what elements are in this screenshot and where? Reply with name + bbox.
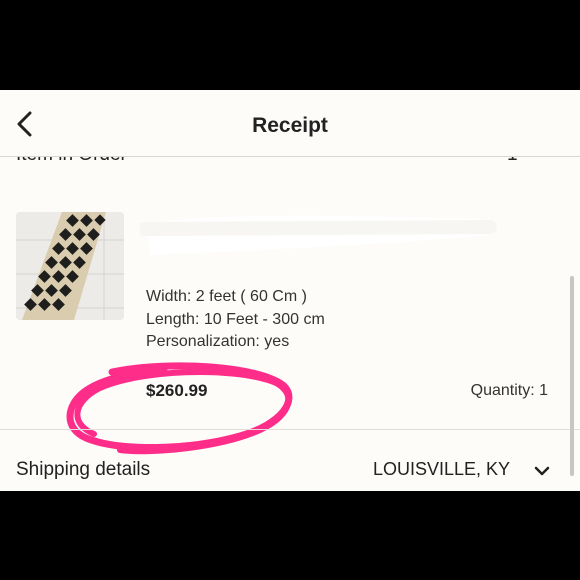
item-width: Width: 2 feet ( 60 Cm ) (146, 288, 307, 305)
shipping-details-row[interactable]: Shipping details LOUISVILLE, KY (0, 445, 580, 491)
item-thumbnail[interactable] (16, 212, 124, 320)
section-divider (0, 429, 580, 430)
rug-image (16, 212, 124, 320)
item-quantity: Quantity: 1 (470, 382, 548, 399)
shipping-label: Shipping details (16, 459, 151, 480)
highlight-circle-annotation (66, 362, 293, 455)
page-title: Receipt (252, 114, 328, 137)
redacted-item-title (137, 205, 500, 265)
top-bar: Receipt (0, 90, 580, 157)
chevron-down-icon[interactable] (533, 462, 551, 480)
item-length: Length: 10 Feet - 300 cm (146, 311, 325, 328)
shipping-location: LOUISVILLE, KY (373, 459, 511, 479)
item-price: $260.99 (146, 381, 208, 400)
scrollbar[interactable] (570, 276, 574, 476)
item-personalization: Personalization: yes (146, 333, 290, 350)
receipt-screen: Receipt Item in Order 1 × (0, 90, 580, 491)
